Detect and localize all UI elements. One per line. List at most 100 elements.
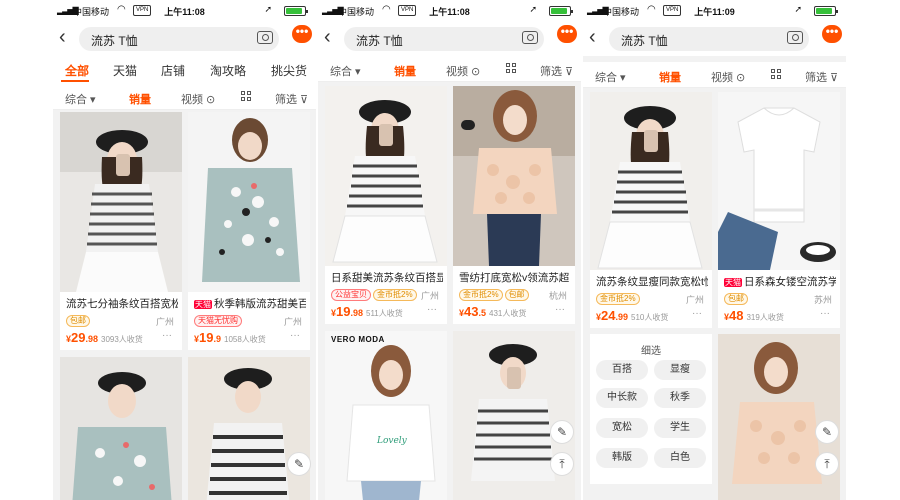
refine-chip[interactable]: 学生 <box>654 418 706 438</box>
more-options-icon[interactable]: ··· <box>427 304 437 315</box>
back-to-top-icon[interactable]: ⤒ <box>550 452 574 476</box>
search-header: ‹ 流苏 T恤 ••• <box>583 22 846 56</box>
sort-comprehensive[interactable]: 综合 ▾ <box>65 91 96 107</box>
product-image <box>590 92 712 270</box>
active-tab-indicator <box>61 80 89 82</box>
product-title: 流苏七分袖条纹百搭宽松 <box>66 298 178 310</box>
product-city: 广州 <box>155 317 174 327</box>
product-price: ¥29.98 3093人收货 <box>66 330 143 345</box>
refine-chip[interactable]: 中长款 <box>596 388 648 408</box>
back-icon[interactable]: ‹ <box>59 26 66 49</box>
sort-bar: 综合 ▾ 销量 视频 ⊙ 筛选 ⊽ <box>53 84 316 110</box>
sort-comprehensive[interactable]: 综合 ▾ <box>330 63 361 79</box>
refine-chip[interactable]: 秋季 <box>654 388 706 408</box>
product-card[interactable]: 日系甜美流苏条纹百搭显 公益宝贝 金币抵2% 广州 ¥19.98 511人收货 ··… <box>325 86 447 324</box>
tab-tmall[interactable]: 天猫 <box>113 62 137 79</box>
product-card[interactable]: Lovely VERO MODA <box>325 331 447 500</box>
more-options-icon[interactable]: ··· <box>162 330 172 341</box>
back-to-top-icon[interactable]: ⤒ <box>815 452 839 476</box>
product-price: ¥19.9 1058人收货 <box>194 330 266 345</box>
product-image <box>188 112 310 292</box>
filter-button[interactable]: 筛选 ⊽ <box>540 63 573 79</box>
product-price: ¥48 319人收货 <box>724 308 784 323</box>
tab-all[interactable]: 全部 <box>65 62 89 79</box>
more-options-icon[interactable]: ··· <box>692 308 702 319</box>
refine-chip[interactable]: 显瘦 <box>654 360 706 380</box>
grid-view-icon[interactable] <box>241 91 252 102</box>
more-dots-icon[interactable]: ••• <box>292 25 312 43</box>
edit-icon[interactable]: ✎ <box>287 452 311 476</box>
filter-video[interactable]: 视频 ⊙ <box>711 69 745 85</box>
product-tags: 包邮 <box>66 315 92 327</box>
battery-icon <box>284 6 308 16</box>
product-card[interactable] <box>60 357 182 500</box>
back-icon[interactable]: ‹ <box>589 26 596 49</box>
grid-view-icon[interactable] <box>506 63 517 74</box>
more-options-icon[interactable]: ··· <box>290 330 300 341</box>
status-time: 上午11:09 <box>694 7 735 17</box>
location-arrow-icon: ➚ <box>794 4 802 14</box>
status-bar: ▂▃▅▇ 中国移动 ◠ VPN 上午11:08 ➚ <box>53 0 316 22</box>
product-title: 天猫 日系森女镂空流苏学 <box>724 276 836 288</box>
filter-button[interactable]: 筛选 ⊽ <box>275 91 308 107</box>
product-city: 广州 <box>283 317 302 327</box>
product-city: 杭州 <box>548 291 567 301</box>
search-query: 流苏 T恤 <box>356 34 403 48</box>
more-options-icon[interactable]: ··· <box>555 304 565 315</box>
product-price: ¥24.99 510人收货 <box>596 308 669 323</box>
location-arrow-icon: ➚ <box>264 4 272 14</box>
sort-sales[interactable]: 销量 <box>129 91 151 107</box>
search-query: 流苏 T恤 <box>621 34 668 48</box>
filter-video[interactable]: 视频 ⊙ <box>181 91 215 107</box>
brand-logo: VERO MODA <box>331 335 385 344</box>
search-input[interactable]: 流苏 T恤 <box>344 27 544 51</box>
screen-3: ▂▃▅▇ 中国移动 ◠ VPN 上午11:09 ➚ ‹ 流苏 T恤 ••• 综合… <box>583 0 846 500</box>
tab-shops[interactable]: 店铺 <box>161 62 185 79</box>
sort-bar: 综合 ▾ 销量 视频 ⊙ 筛选 ⊽ <box>583 62 846 88</box>
product-card[interactable]: 天猫 秋季韩版流苏甜美百 天猫无忧购 广州 ¥19.9 1058人收货 ··· <box>188 112 310 350</box>
sort-sales[interactable]: 销量 <box>394 63 416 79</box>
product-tags: 金币抵2% 包邮 <box>459 289 531 301</box>
refine-chip[interactable]: 百搭 <box>596 360 648 380</box>
tab-picks[interactable]: 挑尖货 <box>271 62 307 79</box>
more-dots-icon[interactable]: ••• <box>557 25 577 43</box>
product-image <box>60 357 182 500</box>
refine-chip[interactable]: 白色 <box>654 448 706 468</box>
status-time: 上午11:08 <box>429 7 470 17</box>
status-bar: ▂▃▅▇ 中国移动 ◠ VPN 上午11:09 ➚ <box>583 0 846 22</box>
filter-video[interactable]: 视频 ⊙ <box>446 63 480 79</box>
more-options-icon[interactable]: ··· <box>820 308 830 319</box>
product-card[interactable]: 天猫 日系森女镂空流苏学 包邮 苏州 ¥48 319人收货 ··· <box>718 92 840 328</box>
product-tags: 包邮 <box>724 293 750 305</box>
refine-chip[interactable]: 韩版 <box>596 448 648 468</box>
search-input[interactable]: 流苏 T恤 <box>79 27 279 51</box>
search-header: ‹ 流苏 T恤 ••• <box>318 22 581 56</box>
product-image <box>188 357 310 500</box>
grid-view-icon[interactable] <box>771 69 782 80</box>
search-input[interactable]: 流苏 T恤 <box>609 27 809 51</box>
product-image <box>325 86 447 266</box>
product-card[interactable]: 雪纺打底宽松v领流苏超 金币抵2% 包邮 杭州 ¥43.5 431人收货 ··· <box>453 86 575 324</box>
product-card[interactable]: 流苏七分袖条纹百搭宽松 包邮 广州 ¥29.98 3093人收货 ··· <box>60 112 182 350</box>
camera-icon[interactable] <box>787 31 803 44</box>
more-dots-icon[interactable]: ••• <box>822 25 842 43</box>
product-card[interactable]: 流苏条纹显瘦同款宽松t恤 金币抵2% 广州 ¥24.99 510人收货 ··· <box>590 92 712 328</box>
product-tags: 天猫无忧购 <box>194 315 244 327</box>
sort-bar: 综合 ▾ 销量 视频 ⊙ 筛选 ⊽ <box>318 56 581 82</box>
product-card[interactable] <box>188 357 310 500</box>
tab-guides[interactable]: 淘攻略 <box>210 62 246 79</box>
back-icon[interactable]: ‹ <box>324 26 331 49</box>
edit-icon[interactable]: ✎ <box>815 420 839 444</box>
refine-chip[interactable]: 宽松 <box>596 418 648 438</box>
edit-icon[interactable]: ✎ <box>550 420 574 444</box>
product-city: 苏州 <box>813 295 832 305</box>
camera-icon[interactable] <box>522 31 538 44</box>
sort-comprehensive[interactable]: 综合 ▾ <box>595 69 626 85</box>
product-tags: 公益宝贝 金币抵2% <box>331 289 419 301</box>
search-header: ‹ 流苏 T恤 ••• <box>53 22 316 56</box>
sort-sales[interactable]: 销量 <box>659 69 681 85</box>
filter-button[interactable]: 筛选 ⊽ <box>805 69 838 85</box>
camera-icon[interactable] <box>257 31 273 44</box>
category-tabs: 全部 天猫 店铺 淘攻略 挑尖货 <box>53 56 316 84</box>
status-bar: ▂▃▅▇ 中国移动 ◠ VPN 上午11:08 ➚ <box>318 0 581 22</box>
